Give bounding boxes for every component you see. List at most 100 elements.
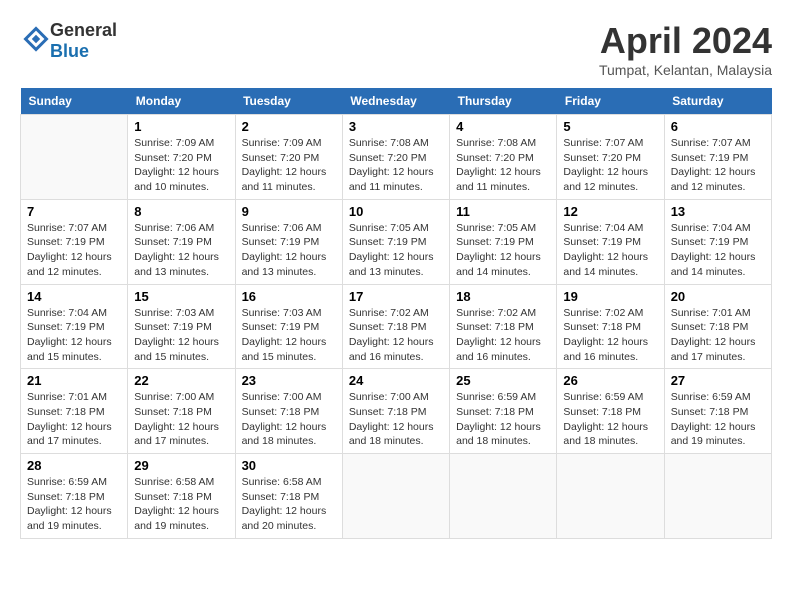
- calendar-cell: 10 Sunrise: 7:05 AM Sunset: 7:19 PM Dayli…: [342, 199, 449, 284]
- day-info: Sunrise: 6:59 AM Sunset: 7:18 PM Dayligh…: [456, 390, 550, 449]
- day-number: 7: [27, 204, 121, 219]
- day-info: Sunrise: 7:09 AM Sunset: 7:20 PM Dayligh…: [134, 136, 228, 195]
- logo-blue: Blue: [50, 41, 89, 61]
- calendar-cell: 4 Sunrise: 7:08 AM Sunset: 7:20 PM Daylig…: [450, 115, 557, 200]
- day-info: Sunrise: 6:59 AM Sunset: 7:18 PM Dayligh…: [671, 390, 765, 449]
- day-info: Sunrise: 7:05 AM Sunset: 7:19 PM Dayligh…: [456, 221, 550, 280]
- day-number: 5: [563, 119, 657, 134]
- day-number: 10: [349, 204, 443, 219]
- weekday-header-saturday: Saturday: [664, 88, 771, 115]
- calendar-cell: 21Sunrise: 7:01 AM Sunset: 7:18 PM Dayli…: [21, 369, 128, 454]
- calendar-cell: 9 Sunrise: 7:06 AM Sunset: 7:19 PM Daylig…: [235, 199, 342, 284]
- day-info: Sunrise: 7:00 AM Sunset: 7:18 PM Dayligh…: [242, 390, 336, 449]
- calendar-cell: 6Sunrise: 7:07 AM Sunset: 7:19 PM Daylig…: [664, 115, 771, 200]
- day-info: Sunrise: 6:59 AM Sunset: 7:18 PM Dayligh…: [27, 475, 121, 534]
- day-info: Sunrise: 7:09 AM Sunset: 7:20 PM Dayligh…: [242, 136, 336, 195]
- logo-icon: [22, 25, 50, 53]
- calendar-cell: 29 Sunrise: 6:58 AM Sunset: 7:18 PM Dayli…: [128, 454, 235, 539]
- day-info: Sunrise: 7:00 AM Sunset: 7:18 PM Dayligh…: [349, 390, 443, 449]
- calendar-cell: 28 Sunrise: 6:59 AM Sunset: 7:18 PM Dayli…: [21, 454, 128, 539]
- calendar-table: SundayMondayTuesdayWednesdayThursdayFrid…: [20, 88, 772, 539]
- day-info: Sunrise: 6:59 AM Sunset: 7:18 PM Dayligh…: [563, 390, 657, 449]
- calendar-cell: 8 Sunrise: 7:06 AM Sunset: 7:19 PM Daylig…: [128, 199, 235, 284]
- month-title: April 2024: [599, 20, 772, 62]
- calendar-cell: [450, 454, 557, 539]
- calendar-cell: [664, 454, 771, 539]
- day-info: Sunrise: 7:04 AM Sunset: 7:19 PM Dayligh…: [27, 306, 121, 365]
- day-info: Sunrise: 7:04 AM Sunset: 7:19 PM Dayligh…: [671, 221, 765, 280]
- calendar-cell: 17 Sunrise: 7:02 AM Sunset: 7:18 PM Dayli…: [342, 284, 449, 369]
- day-number: 29: [134, 458, 228, 473]
- day-info: Sunrise: 7:02 AM Sunset: 7:18 PM Dayligh…: [563, 306, 657, 365]
- day-number: 26: [563, 373, 657, 388]
- day-info: Sunrise: 7:07 AM Sunset: 7:20 PM Dayligh…: [563, 136, 657, 195]
- calendar-cell: 15 Sunrise: 7:03 AM Sunset: 7:19 PM Dayli…: [128, 284, 235, 369]
- day-number: 9: [242, 204, 336, 219]
- day-number: 24: [349, 373, 443, 388]
- day-info: Sunrise: 6:58 AM Sunset: 7:18 PM Dayligh…: [134, 475, 228, 534]
- day-number: 15: [134, 289, 228, 304]
- day-info: Sunrise: 7:05 AM Sunset: 7:19 PM Dayligh…: [349, 221, 443, 280]
- calendar-cell: 13 Sunrise: 7:04 AM Sunset: 7:19 PM Dayli…: [664, 199, 771, 284]
- day-info: Sunrise: 7:03 AM Sunset: 7:19 PM Dayligh…: [242, 306, 336, 365]
- calendar-cell: 18Sunrise: 7:02 AM Sunset: 7:18 PM Dayli…: [450, 284, 557, 369]
- calendar-cell: 23 Sunrise: 7:00 AM Sunset: 7:18 PM Dayli…: [235, 369, 342, 454]
- calendar-cell: 11 Sunrise: 7:05 AM Sunset: 7:19 PM Dayli…: [450, 199, 557, 284]
- calendar-cell: 7 Sunrise: 7:07 AM Sunset: 7:19 PM Daylig…: [21, 199, 128, 284]
- day-info: Sunrise: 7:08 AM Sunset: 7:20 PM Dayligh…: [349, 136, 443, 195]
- calendar-cell: 3 Sunrise: 7:08 AM Sunset: 7:20 PM Daylig…: [342, 115, 449, 200]
- day-number: 11: [456, 204, 550, 219]
- day-number: 4: [456, 119, 550, 134]
- day-info: Sunrise: 7:01 AM Sunset: 7:18 PM Dayligh…: [27, 390, 121, 449]
- day-number: 23: [242, 373, 336, 388]
- day-number: 19: [563, 289, 657, 304]
- calendar-cell: 27 Sunrise: 6:59 AM Sunset: 7:18 PM Dayli…: [664, 369, 771, 454]
- calendar-cell: 1Sunrise: 7:09 AM Sunset: 7:20 PM Daylig…: [128, 115, 235, 200]
- calendar-cell: 16 Sunrise: 7:03 AM Sunset: 7:19 PM Dayli…: [235, 284, 342, 369]
- weekday-header-wednesday: Wednesday: [342, 88, 449, 115]
- day-info: Sunrise: 7:07 AM Sunset: 7:19 PM Dayligh…: [27, 221, 121, 280]
- day-number: 13: [671, 204, 765, 219]
- calendar-cell: 30 Sunrise: 6:58 AM Sunset: 7:18 PM Dayli…: [235, 454, 342, 539]
- day-number: 14: [27, 289, 121, 304]
- weekday-header-sunday: Sunday: [21, 88, 128, 115]
- day-number: 22: [134, 373, 228, 388]
- calendar-cell: 26 Sunrise: 6:59 AM Sunset: 7:18 PM Dayli…: [557, 369, 664, 454]
- calendar-week-row: 14 Sunrise: 7:04 AM Sunset: 7:19 PM Dayli…: [21, 284, 772, 369]
- calendar-week-row: 1Sunrise: 7:09 AM Sunset: 7:20 PM Daylig…: [21, 115, 772, 200]
- calendar-cell: [557, 454, 664, 539]
- day-info: Sunrise: 7:06 AM Sunset: 7:19 PM Dayligh…: [134, 221, 228, 280]
- calendar-cell: [342, 454, 449, 539]
- calendar-cell: 5 Sunrise: 7:07 AM Sunset: 7:20 PM Daylig…: [557, 115, 664, 200]
- day-number: 8: [134, 204, 228, 219]
- day-number: 25: [456, 373, 550, 388]
- day-number: 17: [349, 289, 443, 304]
- calendar-cell: 25 Sunrise: 6:59 AM Sunset: 7:18 PM Dayli…: [450, 369, 557, 454]
- day-info: Sunrise: 7:02 AM Sunset: 7:18 PM Dayligh…: [349, 306, 443, 365]
- calendar-cell: [21, 115, 128, 200]
- day-info: Sunrise: 7:03 AM Sunset: 7:19 PM Dayligh…: [134, 306, 228, 365]
- logo-general: General: [50, 20, 117, 40]
- day-number: 16: [242, 289, 336, 304]
- day-info: Sunrise: 7:00 AM Sunset: 7:18 PM Dayligh…: [134, 390, 228, 449]
- calendar-cell: 14 Sunrise: 7:04 AM Sunset: 7:19 PM Dayli…: [21, 284, 128, 369]
- calendar-cell: 12Sunrise: 7:04 AM Sunset: 7:19 PM Dayli…: [557, 199, 664, 284]
- weekday-header-tuesday: Tuesday: [235, 88, 342, 115]
- day-number: 27: [671, 373, 765, 388]
- day-info: Sunrise: 6:58 AM Sunset: 7:18 PM Dayligh…: [242, 475, 336, 534]
- calendar-cell: 24 Sunrise: 7:00 AM Sunset: 7:18 PM Dayli…: [342, 369, 449, 454]
- day-info: Sunrise: 7:08 AM Sunset: 7:20 PM Dayligh…: [456, 136, 550, 195]
- header: General Blue April 2024 Tumpat, Kelantan…: [20, 20, 772, 78]
- day-info: Sunrise: 7:02 AM Sunset: 7:18 PM Dayligh…: [456, 306, 550, 365]
- calendar-week-row: 7 Sunrise: 7:07 AM Sunset: 7:19 PM Daylig…: [21, 199, 772, 284]
- day-number: 28: [27, 458, 121, 473]
- calendar-cell: 19 Sunrise: 7:02 AM Sunset: 7:18 PM Dayli…: [557, 284, 664, 369]
- day-number: 3: [349, 119, 443, 134]
- day-info: Sunrise: 7:01 AM Sunset: 7:18 PM Dayligh…: [671, 306, 765, 365]
- day-number: 2: [242, 119, 336, 134]
- day-number: 6: [671, 119, 765, 134]
- day-number: 20: [671, 289, 765, 304]
- day-number: 30: [242, 458, 336, 473]
- day-info: Sunrise: 7:06 AM Sunset: 7:19 PM Dayligh…: [242, 221, 336, 280]
- calendar-cell: 22 Sunrise: 7:00 AM Sunset: 7:18 PM Dayli…: [128, 369, 235, 454]
